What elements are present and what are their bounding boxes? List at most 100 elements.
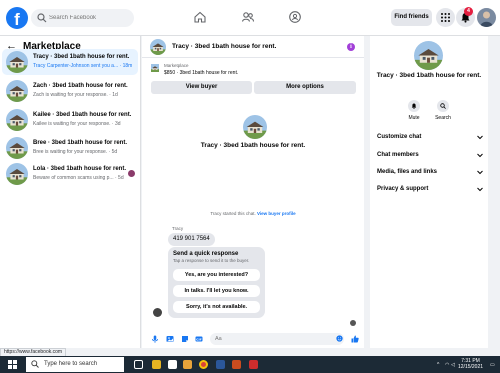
notification-badge: 4 <box>464 7 473 16</box>
windows-taskbar: Type here to search ^ ◠ ◁ 7:31 PM 12/15/… <box>0 356 500 373</box>
section-privacy-support[interactable]: Privacy & support <box>377 184 483 195</box>
conversation-item[interactable]: Tracy · 3bed 1bath house for rent. Tracy… <box>2 49 138 75</box>
system-clock[interactable]: 7:31 PM 12/15/2021 <box>458 358 483 370</box>
mute-button[interactable] <box>408 100 420 112</box>
conversation-item[interactable]: Bree · 3bed 1bath house for rent. Bree i… <box>2 135 138 161</box>
conversation-preview: Bree is waiting for your response. · 5d <box>33 149 118 155</box>
listing-image <box>151 64 159 72</box>
conversation-title: Tracy · 3bed 1bath house for rent. <box>200 142 306 149</box>
friends-icon[interactable] <box>241 10 255 24</box>
sticker-icon[interactable] <box>181 335 189 343</box>
search-conversation-button[interactable] <box>437 100 449 112</box>
profile-avatar[interactable] <box>477 8 496 27</box>
listing-category: Marketplace <box>164 63 189 68</box>
conversation-preview: Beware of common scams using p... · 5d <box>33 175 124 181</box>
section-media-files-links[interactable]: Media, files and links <box>377 167 483 178</box>
conversation-preview: Zach is waiting for your response. · 1d <box>33 92 118 98</box>
chevron-down-icon <box>477 170 483 175</box>
office-icon[interactable] <box>232 360 241 369</box>
grid-menu-icon <box>441 13 450 22</box>
conversation-name: Tracy · 3bed 1bath house for rent. <box>33 54 130 60</box>
chat-panel: Tracy · 3bed 1bath house for rent. i Mar… <box>142 36 364 348</box>
volume-icon[interactable]: ◁ <box>451 362 455 368</box>
started-text: Tracy started this chat. <box>210 211 256 216</box>
quick-response-button[interactable]: Yes, are you interested? <box>173 269 260 281</box>
svg-text:GIF: GIF <box>196 337 202 341</box>
chat-avatar[interactable] <box>150 39 166 55</box>
conversation-name: Bree · 3bed 1bath house for rent. <box>33 140 128 146</box>
taskbar-search[interactable]: Type here to search <box>26 357 124 372</box>
search-label: Search <box>435 115 451 121</box>
home-icon[interactable] <box>193 10 207 24</box>
view-buyer-button[interactable]: View buyer <box>151 81 252 94</box>
search-input[interactable] <box>49 11 131 25</box>
facebook-logo[interactable]: f <box>6 7 28 29</box>
quick-response-button[interactable]: Sorry, it's not available. <box>173 301 260 313</box>
details-title: Tracy · 3bed 1bath house for rent. <box>376 72 482 79</box>
chat-started-notice: Tracy started this chat. View buyer prof… <box>142 211 364 216</box>
tray-chevron-icon[interactable]: ^ <box>437 362 439 368</box>
microphone-icon[interactable] <box>151 335 159 343</box>
listing-thumbnail <box>6 51 28 73</box>
find-friends-button[interactable]: Find friends <box>391 9 432 26</box>
listing-title: $850 · 3bed 1bath house for rent. <box>164 70 239 76</box>
details-avatar <box>414 41 443 70</box>
search-bar[interactable] <box>31 9 134 27</box>
conversation-preview: Tracy Carpenter-Johnson sent you a... · … <box>33 63 133 69</box>
listing-thumbnail <box>6 80 28 102</box>
section-customize-chat[interactable]: Customize chat <box>377 132 483 143</box>
word-icon[interactable] <box>216 360 225 369</box>
chat-title[interactable]: Tracy · 3bed 1bath house for rent. <box>172 43 276 50</box>
search-icon <box>37 13 47 23</box>
network-icon[interactable]: ◠ <box>445 362 449 368</box>
seen-indicator <box>350 320 356 326</box>
more-options-button[interactable]: More options <box>254 81 356 94</box>
top-navbar: f Find friends 4 <box>0 0 500 36</box>
section-label: Privacy & support <box>377 186 429 192</box>
quick-response-card: Send a quick response Tap a response to … <box>168 247 265 318</box>
notification-center-icon[interactable]: ▭ <box>490 362 495 368</box>
groups-icon[interactable] <box>288 10 302 24</box>
conversation-item[interactable]: Kailee · 3bed 1bath house for rent. Kail… <box>2 107 138 133</box>
section-chat-members[interactable]: Chat members <box>377 150 483 161</box>
chrome-icon[interactable] <box>199 360 208 369</box>
menu-button[interactable] <box>436 8 455 27</box>
like-icon[interactable] <box>351 335 359 343</box>
app-icon[interactable] <box>249 360 258 369</box>
clock-date: 12/15/2021 <box>458 364 484 370</box>
file-explorer-icon[interactable] <box>152 360 161 369</box>
section-label: Customize chat <box>377 134 422 140</box>
search-icon <box>440 103 446 109</box>
chevron-down-icon <box>477 135 483 140</box>
quick-response-subtext: Tap a response to send it to the buyer. <box>173 258 250 263</box>
conversation-name: Zach · 3bed 1bath house for rent. <box>33 83 128 89</box>
message-input-box[interactable] <box>210 333 344 345</box>
conversation-details-panel: Tracy · 3bed 1bath house for rent. Mute … <box>370 36 488 348</box>
quick-response-heading: Send a quick response <box>173 251 239 257</box>
message-input[interactable] <box>215 333 325 345</box>
listing-summary[interactable]: Marketplace $850 · 3bed 1bath house for … <box>142 59 364 79</box>
sender-avatar <box>153 308 162 317</box>
windows-start-icon[interactable] <box>8 360 17 369</box>
taskbar-search-placeholder: Type here to search <box>44 361 98 367</box>
task-view-icon[interactable] <box>134 360 143 369</box>
section-label: Media, files and links <box>377 169 438 175</box>
section-label: Chat members <box>377 152 419 158</box>
conversation-item[interactable]: Zach · 3bed 1bath house for rent. Zach i… <box>2 78 138 104</box>
info-icon[interactable]: i <box>347 43 355 51</box>
emoji-icon[interactable] <box>336 335 343 342</box>
view-buyer-profile-link[interactable]: View buyer profile <box>257 211 296 216</box>
mail-icon[interactable] <box>183 360 192 369</box>
listing-thumbnail <box>6 137 28 159</box>
quick-response-button[interactable]: In talks. I'll let you know. <box>173 285 260 297</box>
store-icon[interactable] <box>168 360 177 369</box>
message-composer: GIF <box>142 331 364 348</box>
listing-thumbnail <box>6 163 28 185</box>
gif-icon[interactable]: GIF <box>195 335 203 343</box>
conversation-name: Lola · 3bed 1bath house for rent. <box>33 166 127 172</box>
conversation-item[interactable]: Lola · 3bed 1bath house for rent. Beware… <box>2 161 138 187</box>
photo-icon[interactable] <box>166 335 174 343</box>
listing-thumbnail <box>6 109 28 131</box>
conversation-avatar <box>243 115 267 139</box>
bell-icon <box>411 103 417 109</box>
